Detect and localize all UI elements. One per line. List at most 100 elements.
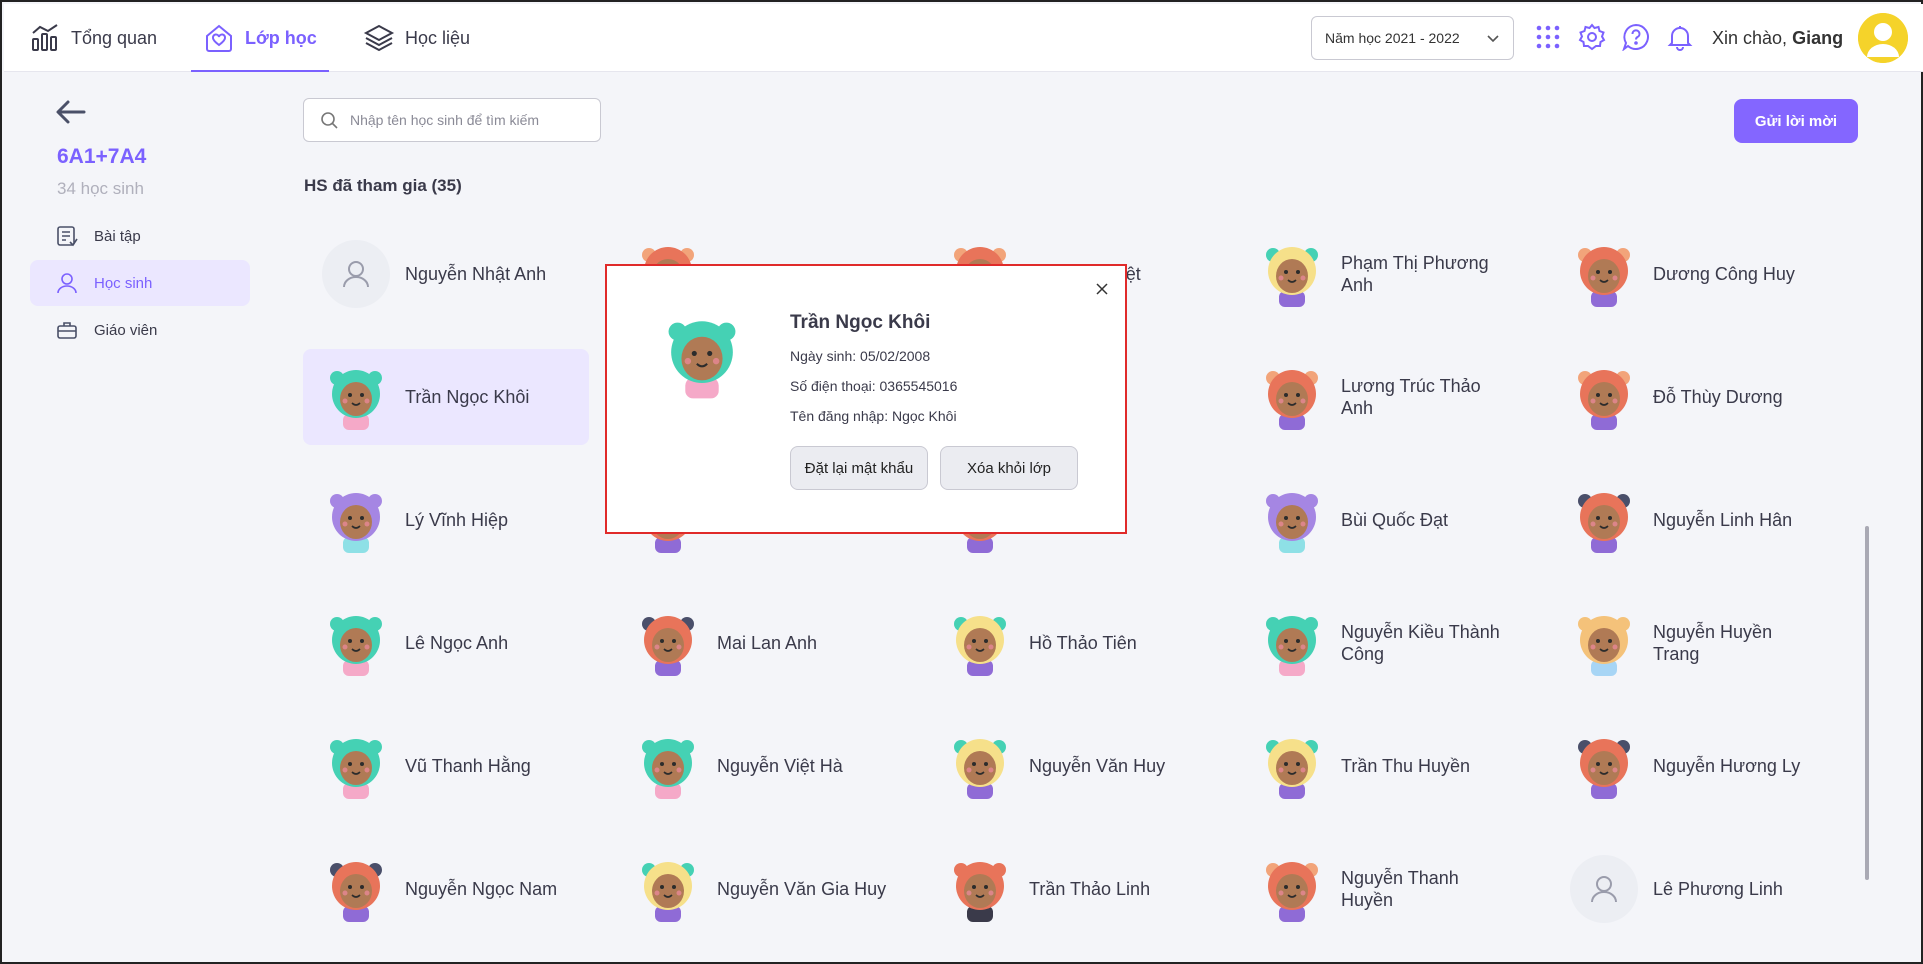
student-card[interactable]: Bùi Quốc Đạt <box>1239 472 1525 568</box>
student-avatar <box>1569 485 1639 555</box>
notifications-button[interactable] <box>1665 22 1695 52</box>
student-card[interactable]: Nguyễn Huyền Trang <box>1551 595 1837 691</box>
school-year-select[interactable]: Năm học 2021 - 2022 <box>1311 16 1514 60</box>
student-avatar <box>321 239 391 309</box>
home-heart-icon <box>206 24 232 52</box>
student-name: Đỗ Thùy Dương <box>1653 387 1783 407</box>
student-avatar <box>321 731 391 801</box>
student-avatar <box>945 854 1015 924</box>
assignment-icon <box>57 226 78 247</box>
reset-password-button[interactable]: Đặt lại mật khẩu <box>790 446 928 490</box>
student-card[interactable]: Nguyễn Nhật Anh <box>303 226 589 322</box>
student-name: Nguyễn Văn Huy <box>1029 756 1166 776</box>
sidebar-item-label: Học sinh <box>94 274 153 292</box>
top-navbar: Tổng quan Lớp học Học liệu Năm học 2021 … <box>4 4 1923 72</box>
popup-student-name: Trần Ngọc Khôi <box>790 312 931 333</box>
student-avatar <box>633 854 703 924</box>
student-name: Lê Ngọc Anh <box>405 633 509 653</box>
student-avatar <box>1569 731 1639 801</box>
search-input[interactable] <box>350 112 580 128</box>
sidebar-item-assignments[interactable]: Bài tập <box>30 213 250 259</box>
student-card[interactable]: Lê Ngọc Anh <box>303 595 589 691</box>
user-icon <box>57 273 77 294</box>
class-name: 6A1+7A4 <box>57 145 147 168</box>
popup-dob: Ngày sinh: 05/02/2008 <box>790 348 931 364</box>
tab-classes[interactable]: Lớp học <box>191 4 329 72</box>
student-card[interactable]: Hồ Thảo Tiên <box>927 595 1213 691</box>
settings-button[interactable] <box>1577 22 1607 52</box>
layers-icon <box>363 24 395 52</box>
student-card[interactable]: Nguyễn Hương Ly <box>1551 718 1837 814</box>
close-icon[interactable] <box>1095 282 1109 296</box>
student-name: Nguyễn Huyền Trang <box>1653 622 1773 664</box>
student-card[interactable]: Nguyễn Linh Hân <box>1551 472 1837 568</box>
scrollbar[interactable] <box>1865 526 1869 880</box>
send-invite-button[interactable]: Gửi lời mời <box>1734 99 1858 143</box>
student-name: Hồ Thảo Tiên <box>1029 633 1137 653</box>
user-avatar-icon <box>1858 13 1908 63</box>
student-name: Trần Ngọc Khôi <box>405 387 530 407</box>
gear-icon <box>1578 23 1606 51</box>
student-card[interactable]: Trần Ngọc Khôi <box>303 349 589 445</box>
apps-button[interactable] <box>1533 22 1563 52</box>
student-search[interactable] <box>303 98 601 142</box>
back-arrow-icon[interactable] <box>54 98 88 126</box>
sidebar-item-label: Bài tập <box>94 227 141 245</box>
student-avatar <box>945 608 1015 678</box>
student-card[interactable]: Mai Lan Anh <box>615 595 901 691</box>
student-name: Mai Lan Anh <box>717 633 818 653</box>
popup-username: Tên đăng nhập: Ngọc Khôi <box>790 408 957 424</box>
student-avatar <box>1569 854 1639 924</box>
student-card[interactable]: Nguyễn Văn Gia Huy <box>615 841 901 937</box>
student-avatar <box>1569 239 1639 309</box>
student-card[interactable]: Nguyễn Việt Hà <box>615 718 901 814</box>
student-avatar <box>633 608 703 678</box>
student-avatar <box>1257 362 1327 432</box>
grid-icon <box>1536 25 1560 49</box>
student-card[interactable]: Đỗ Thùy Dương <box>1551 349 1837 445</box>
student-name: Nguyễn Hương Ly <box>1653 756 1801 776</box>
school-year-value: Năm học 2021 - 2022 <box>1325 30 1460 46</box>
tab-materials[interactable]: Học liệu <box>363 4 470 72</box>
popup-phone: Số điện thoại: 0365545016 <box>790 378 958 394</box>
student-avatar <box>1257 731 1327 801</box>
student-name: Lý Vĩnh Hiệp <box>405 510 509 530</box>
student-detail-popup: Trần Ngọc Khôi Ngày sinh: 05/02/2008 Số … <box>605 264 1127 534</box>
help-icon <box>1622 23 1649 51</box>
student-card[interactable]: Nguyễn Ngọc Nam <box>303 841 589 937</box>
class-student-count: 34 học sinh <box>57 179 144 198</box>
student-avatar <box>945 731 1015 801</box>
student-card[interactable]: Lương Trúc Thảo Anh <box>1239 349 1525 445</box>
student-card[interactable]: Vũ Thanh Hằng <box>303 718 589 814</box>
student-card[interactable]: Nguyễn Văn Huy <box>927 718 1213 814</box>
sidebar-item-teachers[interactable]: Giáo viên <box>30 307 250 353</box>
student-card[interactable]: Dương Công Huy <box>1551 226 1837 322</box>
student-card[interactable]: Lê Phương Linh <box>1551 841 1837 937</box>
student-name: Nguyễn Việt Hà <box>717 756 843 776</box>
search-icon <box>321 112 338 129</box>
help-button[interactable] <box>1621 22 1651 52</box>
student-name: Nguyễn Kiều Thành Công <box>1341 622 1500 664</box>
student-name: Trần Thu Huyền <box>1341 756 1471 776</box>
student-card[interactable]: Nguyễn Kiều Thành Công <box>1239 595 1525 691</box>
briefcase-icon <box>57 322 77 339</box>
student-card[interactable]: Trần Thu Huyền <box>1239 718 1525 814</box>
student-avatar <box>321 485 391 555</box>
student-avatar <box>1257 854 1327 924</box>
student-card[interactable]: Trần Thảo Linh <box>927 841 1213 937</box>
tab-overview[interactable]: Tổng quan <box>29 4 157 72</box>
user-avatar[interactable] <box>1858 13 1908 63</box>
student-avatar <box>321 608 391 678</box>
student-name: Bùi Quốc Đạt <box>1341 510 1449 530</box>
tab-materials-label: Học liệu <box>405 27 471 48</box>
student-name: Trần Thảo Linh <box>1029 879 1151 899</box>
student-name: Nguyễn Văn Gia Huy <box>717 879 887 899</box>
student-name: Vũ Thanh Hằng <box>405 756 531 776</box>
remove-from-class-button[interactable]: Xóa khỏi lớp <box>940 446 1078 490</box>
sidebar-item-students[interactable]: Học sinh <box>30 260 250 306</box>
student-card[interactable]: Phạm Thị Phương Anh <box>1239 226 1525 322</box>
sidebar-item-label: Giáo viên <box>94 321 158 339</box>
student-card[interactable]: Lý Vĩnh Hiệp <box>303 472 589 568</box>
student-name: Phạm Thị Phương Anh <box>1341 253 1489 295</box>
student-card[interactable]: Nguyễn Thanh Huyền <box>1239 841 1525 937</box>
